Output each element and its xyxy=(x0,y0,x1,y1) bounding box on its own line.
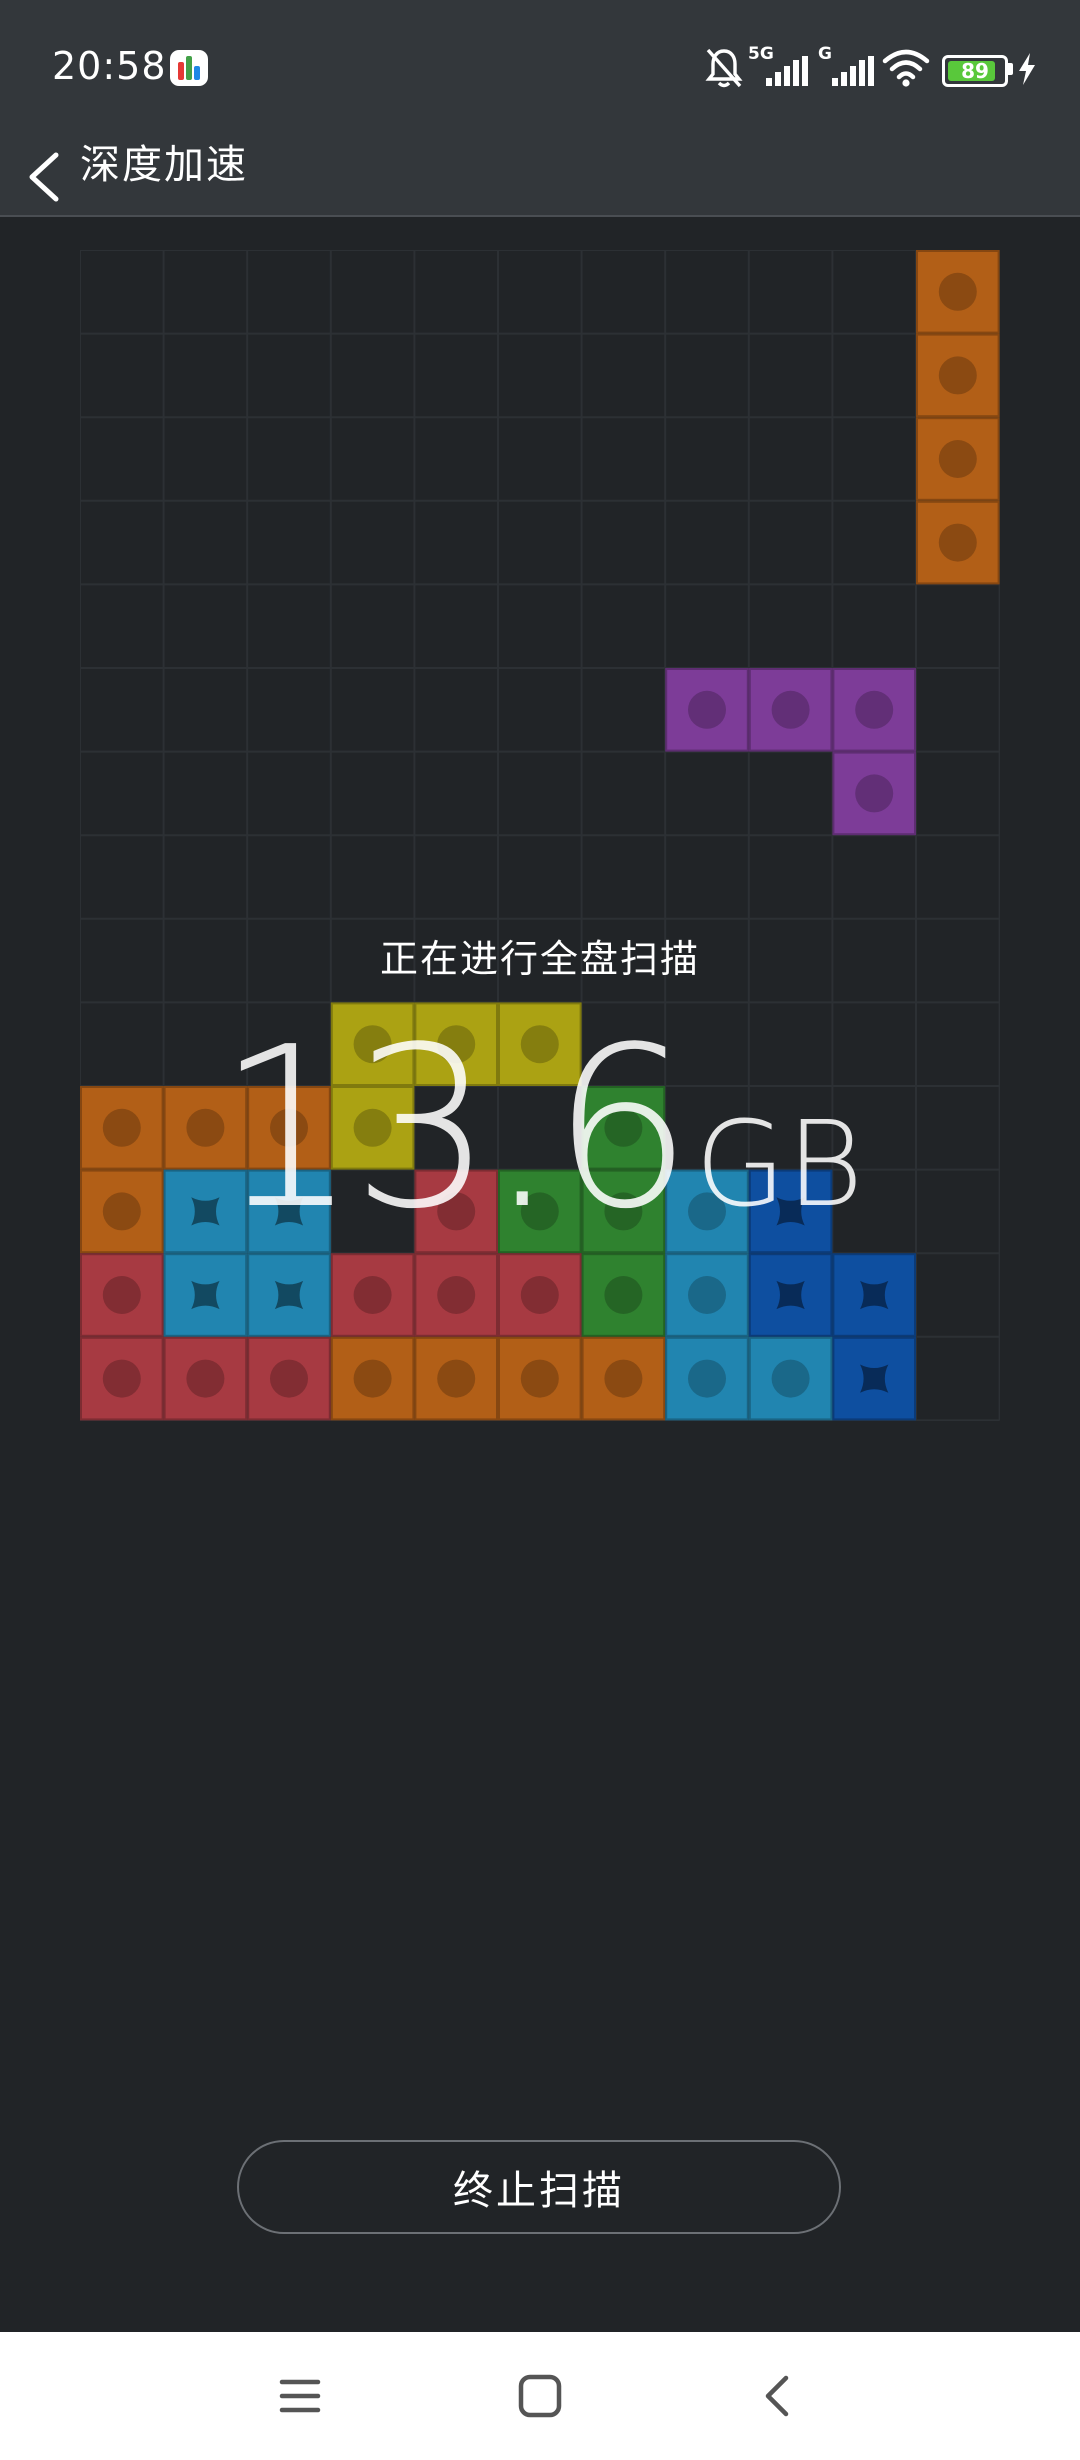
scan-size-unit: GB xyxy=(694,1095,864,1233)
board-block xyxy=(916,500,1000,585)
wifi-icon xyxy=(882,49,930,87)
block-dot-mark xyxy=(688,1276,726,1314)
board-block xyxy=(414,1253,498,1337)
block-dot-mark xyxy=(102,1359,141,1398)
board-block xyxy=(414,1336,498,1421)
battery-level: 89 xyxy=(961,59,989,83)
block-dot-mark xyxy=(604,1359,643,1398)
block-dot-mark xyxy=(270,1359,308,1398)
board-block xyxy=(498,1336,582,1421)
board-block xyxy=(80,1336,164,1421)
board-block xyxy=(832,1336,917,1421)
board-block xyxy=(247,1336,331,1421)
block-dot-mark xyxy=(353,1276,392,1314)
header-divider xyxy=(0,215,1080,217)
block-dot-mark xyxy=(688,1359,726,1398)
block-dot-mark xyxy=(938,523,977,562)
board-block xyxy=(665,1336,749,1421)
status-time: 20:58 xyxy=(52,44,167,88)
home-button[interactable] xyxy=(498,2354,582,2438)
board-block xyxy=(581,1253,666,1337)
block-dot-mark xyxy=(604,1276,643,1314)
scan-size: 13.6GB xyxy=(0,1000,1080,1258)
block-dot-mark xyxy=(186,1359,225,1398)
board-block xyxy=(916,417,1000,501)
system-nav-bar xyxy=(0,2332,1080,2460)
back-chevron-icon xyxy=(29,152,59,202)
board-block xyxy=(665,668,749,752)
board-block xyxy=(330,1336,415,1421)
board-block xyxy=(832,751,917,836)
signal-g-icon: G xyxy=(818,44,880,88)
board-block xyxy=(330,1253,415,1337)
charging-icon xyxy=(1019,53,1035,85)
block-dot-mark xyxy=(102,1276,141,1314)
board-block xyxy=(247,1253,331,1337)
battery-icon: 89 xyxy=(942,55,1008,87)
block-dot-mark xyxy=(855,690,894,729)
block-dot-mark xyxy=(437,1359,476,1398)
block-dot-mark xyxy=(938,356,977,395)
board-block xyxy=(748,1253,833,1337)
block-dot-mark xyxy=(520,1276,559,1314)
block-dot-mark xyxy=(938,440,977,478)
stop-scan-button[interactable]: 终止扫描 xyxy=(237,2140,841,2234)
block-dot-mark xyxy=(771,1359,810,1398)
back-button[interactable] xyxy=(18,120,74,202)
status-bar: 20:58 5G G 89 xyxy=(0,0,1080,135)
battery-tip xyxy=(1008,63,1013,75)
board-block xyxy=(163,1253,248,1337)
board-block xyxy=(916,250,1000,334)
home-icon xyxy=(518,2374,562,2418)
board-block xyxy=(498,1253,582,1337)
board-block xyxy=(748,1336,833,1421)
back-icon xyxy=(765,2375,789,2417)
scan-status-text: 正在进行全盘扫描 xyxy=(379,937,700,981)
block-dot-mark xyxy=(353,1359,392,1398)
block-dot-mark xyxy=(520,1359,559,1398)
block-dot-mark xyxy=(855,774,894,813)
network-g-label: G xyxy=(818,44,832,64)
block-dot-mark xyxy=(938,272,977,311)
board-block xyxy=(80,1253,164,1337)
block-dot-mark xyxy=(771,690,810,729)
board-block xyxy=(832,1253,917,1337)
scan-size-value: 13.6 xyxy=(216,1000,693,1258)
menu-button[interactable] xyxy=(258,2354,342,2438)
board-block xyxy=(163,1336,248,1421)
board-block xyxy=(665,1253,749,1337)
block-dot-mark xyxy=(437,1276,476,1314)
nav-back-button[interactable] xyxy=(736,2354,820,2438)
menu-icon xyxy=(279,2379,321,2413)
signal-5g-icon: 5G xyxy=(748,44,812,88)
board-block xyxy=(832,668,917,752)
app-notification-icon xyxy=(170,50,208,86)
board-block xyxy=(748,668,833,752)
page-title: 深度加速 xyxy=(80,142,248,188)
board-block xyxy=(581,1336,666,1421)
board-block xyxy=(916,333,1000,418)
mute-icon xyxy=(705,48,743,88)
block-dot-mark xyxy=(688,690,726,729)
